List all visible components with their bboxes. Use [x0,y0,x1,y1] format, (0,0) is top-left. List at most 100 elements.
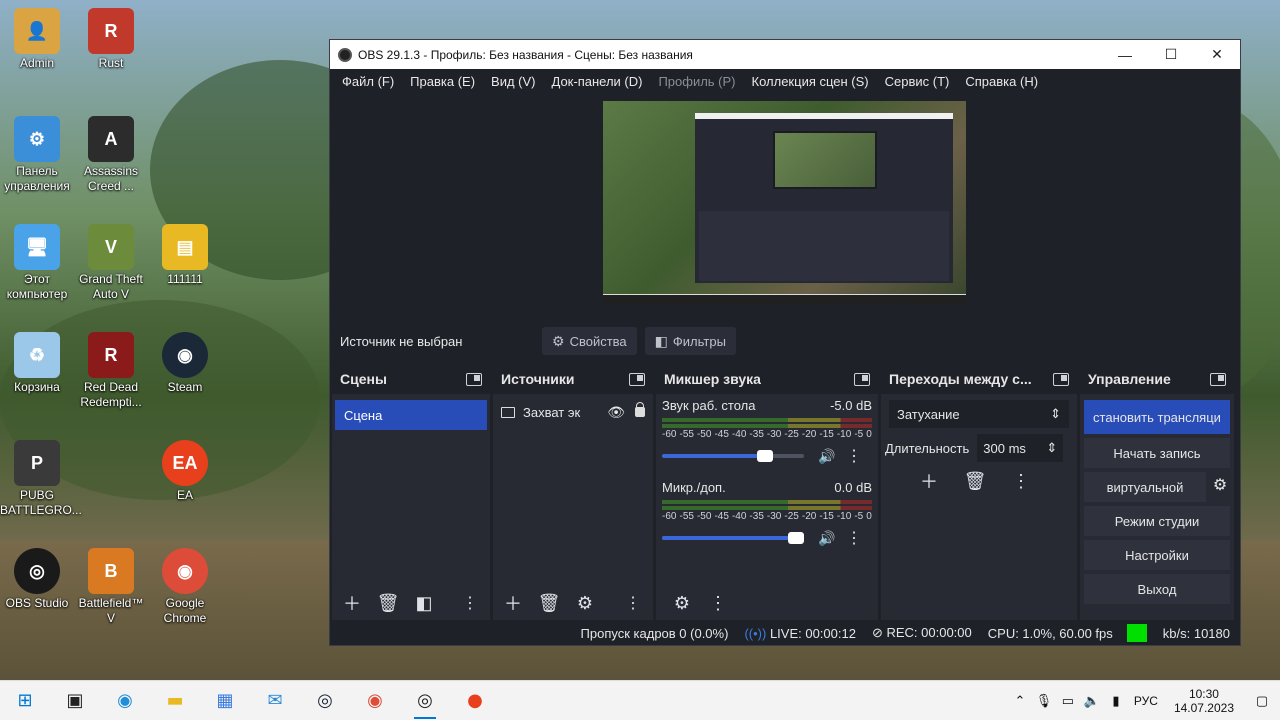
exit-button[interactable]: Выход [1084,574,1230,604]
monitor-icon [501,406,515,418]
mixer-title: Микшер звука [664,371,761,387]
menu-scene-collection[interactable]: Коллекция сцен (S) [744,74,877,89]
chevron-up-icon[interactable]: ⌃ [1008,693,1032,709]
scene-filters-button[interactable]: ◧ [410,590,438,616]
transition-select[interactable]: Затухание ⇕ [889,400,1069,428]
desktop-icon-battlefield[interactable]: B Battlefield™ V [74,548,148,626]
lock-icon[interactable] [635,402,645,417]
properties-button[interactable]: ⚙ Свойства [542,327,637,355]
transition-more-button[interactable]: ⋮ [1007,468,1035,494]
notifications-icon[interactable]: ▢ [1244,693,1280,709]
eye-icon[interactable]: 👁 [607,404,625,421]
stream-button[interactable]: становить трансляци [1084,400,1230,434]
mail-icon[interactable]: ✉ [250,681,300,720]
duration-spinbox[interactable]: 300 ms ⇕ [977,434,1064,462]
mixer-dock: Микшер звука Звук раб. стола -5.0 dB -60… [656,364,878,620]
steam-taskbar-icon[interactable]: ◎ [300,681,350,720]
channel-more-button[interactable]: ⋮ [846,446,862,466]
undock-icon[interactable] [629,372,645,386]
scene-more-button[interactable]: ⋮ [456,590,484,616]
desktop-icon-111111[interactable]: ▤ 111111 [148,224,222,287]
menu-edit[interactable]: Правка (E) [402,74,483,89]
obs-taskbar-icon[interactable]: ◎ [400,681,450,720]
minimize-button[interactable]: — [1102,40,1148,69]
desktop-icon-this-pc[interactable]: 🖥 Этот компьютер [0,224,74,302]
scene-item[interactable]: Сцена [335,400,487,430]
ea-icon: EA [162,440,208,486]
menu-help[interactable]: Справка (H) [957,74,1046,89]
desktop-icon-recycle-bin[interactable]: ♻ Корзина [0,332,74,395]
edge-icon[interactable]: ◉ [100,681,150,720]
controls-dock: Управление становить трансляци Начать за… [1080,364,1234,620]
channel-more-button[interactable]: ⋮ [846,528,862,548]
add-scene-button[interactable]: ＋ [338,590,366,616]
source-settings-button[interactable]: ⚙ [571,590,599,616]
menu-docks[interactable]: Док-панели (D) [544,74,651,89]
desktop-icon-steam[interactable]: ◉ Steam [148,332,222,395]
gear-icon[interactable]: ⚙ [1206,475,1234,495]
volume-meter [662,500,872,504]
settings-button[interactable]: Настройки [1084,540,1230,570]
title-bar[interactable]: OBS 29.1.3 - Профиль: Без названия - Сце… [330,40,1240,69]
remove-scene-button[interactable]: 🗑 [374,590,402,616]
desktop-icon-gta[interactable]: V Grand Theft Auto V [74,224,148,302]
task-view-icon[interactable]: ▣ [50,681,100,720]
desktop-icon-assassins-creed[interactable]: A Assassins Creed ... [74,116,148,194]
file-explorer-icon[interactable]: ▬ [150,681,200,720]
undock-icon[interactable] [466,372,482,386]
volume-icon[interactable]: 🔈 [1080,693,1104,709]
filters-button[interactable]: ◧ Фильтры [644,327,736,355]
maximize-button[interactable]: ☐ [1148,40,1194,69]
remove-transition-button[interactable]: 🗑 [961,468,989,494]
desktop-icon-rust[interactable]: R Rust [74,8,148,71]
clock[interactable]: 10:30 14.07.2023 [1174,687,1234,715]
add-transition-button[interactable]: ＋ [915,468,943,494]
desktop-icon-label: Панель управления [4,164,70,193]
sources-footer: ＋ 🗑 ⚙ ⋮ [493,586,653,620]
advanced-audio-button[interactable]: ⚙ [668,590,696,616]
preview-canvas[interactable] [603,101,966,304]
mixer-more-button[interactable]: ⋮ [704,590,732,616]
desktop-icon-ea[interactable]: EA EA [148,440,222,503]
record-button[interactable]: Начать запись [1084,438,1230,468]
status-bar: Пропуск кадров 0 (0.0%) ((•)) LIVE: 00:0… [330,621,1240,645]
obs-app-icon [338,47,352,62]
remove-source-button[interactable]: 🗑 [535,590,563,616]
desktop-icon-label: Rust [98,56,124,70]
add-source-button[interactable]: ＋ [499,590,527,616]
microphone-icon[interactable]: 🎙 [1032,693,1056,709]
virtual-camera-button[interactable]: виртуальной [1084,472,1206,502]
menu-file[interactable]: Файл (F) [334,74,402,89]
desktop-icon-rdr[interactable]: R Red Dead Redempti... [74,332,148,410]
desktop-icon-admin[interactable]: 👤 Admin [0,8,74,71]
language-indicator[interactable]: РУС [1134,694,1158,708]
network-icon[interactable]: ▭ [1056,693,1080,709]
source-item[interactable]: Захват эк 👁 [501,400,645,424]
preview-area[interactable] [330,93,1240,320]
undock-icon[interactable] [854,372,870,386]
ea-taskbar-icon[interactable]: ● [450,681,500,720]
windows-start-icon[interactable]: ⊞ [0,681,50,720]
preview-taskbar [603,294,966,304]
desktop-icon-control-panel[interactable]: ⚙ Панель управления [0,116,74,194]
battery-icon[interactable]: ▮ [1104,693,1128,709]
controls-header: Управление [1080,364,1234,394]
volume-slider[interactable] [662,532,804,544]
desktop-icon-pubg[interactable]: P PUBG BATTLEGRO... [0,440,82,518]
desktop-icon-obs[interactable]: ◎ OBS Studio [0,548,74,611]
source-more-button[interactable]: ⋮ [619,590,647,616]
studio-mode-button[interactable]: Режим студии [1084,506,1230,536]
connection-indicator [1126,624,1147,642]
speaker-icon[interactable]: 🔊 [818,448,835,465]
desktop-icon-chrome[interactable]: ◉ Google Chrome [148,548,222,626]
rdr-icon: R [88,332,134,378]
menu-view[interactable]: Вид (V) [483,74,543,89]
store-icon[interactable]: ▦ [200,681,250,720]
menu-tools[interactable]: Сервис (T) [877,74,958,89]
speaker-icon[interactable]: 🔊 [818,530,835,547]
undock-icon[interactable] [1210,372,1226,386]
undock-icon[interactable] [1053,372,1069,386]
close-button[interactable]: ✕ [1194,40,1240,69]
volume-slider[interactable] [662,450,804,462]
chrome-taskbar-icon[interactable]: ◉ [350,681,400,720]
